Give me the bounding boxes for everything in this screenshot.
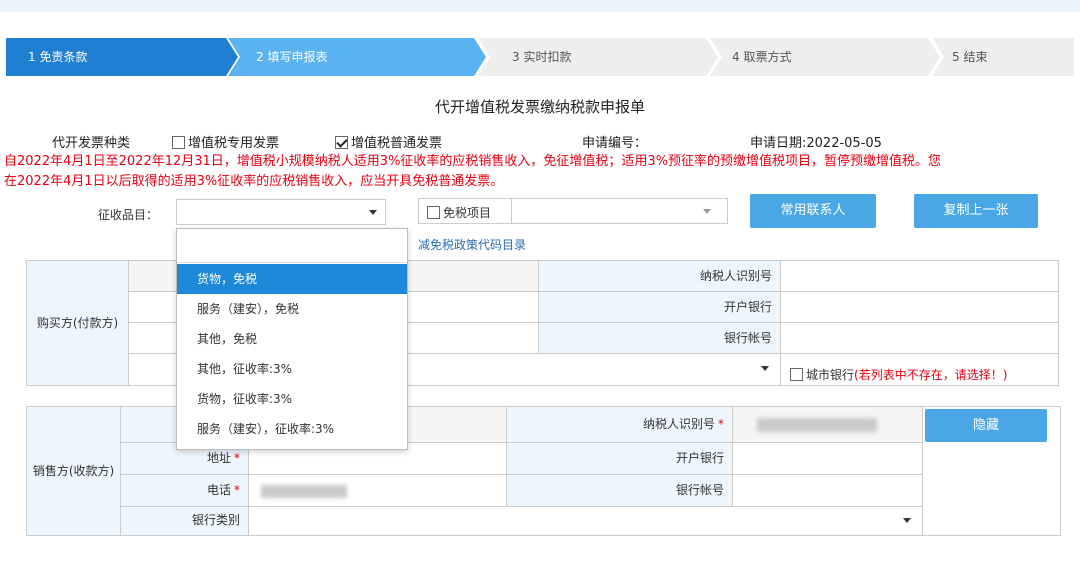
step-label: 1 免责条款 (28, 50, 88, 64)
notice-line: 在2022年4月1日以后取得的适用3%征收率的应税销售收入，应当开具免税普通发票… (4, 174, 504, 189)
exempt-item-option[interactable]: 免税项目 (427, 204, 491, 221)
invoice-type-label: 代开发票种类 (52, 136, 131, 151)
chevron-down-icon (369, 210, 377, 215)
step-label: 4 取票方式 (732, 50, 792, 64)
step-label: 2 填写申报表 (256, 50, 328, 64)
seller-bank-type-label: 银行类别 (121, 507, 249, 535)
levy-item-select[interactable] (176, 199, 386, 225)
levy-item-label: 征收品目： (98, 208, 159, 222)
city-bank-checkbox[interactable] (790, 368, 803, 381)
step-disclaimer: 1 免责条款 (6, 38, 238, 76)
top-banner-strip (0, 0, 1080, 12)
chevron-down-icon (703, 209, 711, 214)
general-invoice-checkbox[interactable] (335, 136, 348, 149)
seller-taxid-text: 纳税人识别号 (642, 417, 715, 431)
seller-phone-input[interactable] (249, 475, 507, 507)
dropdown-option[interactable]: 其他，征收率:3% (177, 354, 407, 384)
application-date: 申请日期:2022-05-05 (750, 136, 882, 151)
copy-previous-button[interactable]: 复制上一张 (914, 194, 1038, 228)
seller-bank-label: 开户银行 (507, 443, 733, 475)
chevron-down-icon (903, 518, 911, 523)
seller-address-text: 地址 (206, 451, 231, 465)
dropdown-option[interactable]: 货物，免税 (177, 264, 407, 294)
seller-side-label: 销售方(收款方) (27, 407, 121, 535)
tax-policy-notice: 自2022年4月1日至2022年12月31日，增值税小规模纳税人适用3%征收率的… (4, 152, 1076, 192)
special-invoice-option[interactable]: 增值税专用发票 (172, 132, 279, 151)
redacted-value (261, 485, 347, 498)
special-invoice-checkbox[interactable] (172, 136, 185, 149)
seller-taxid-label: 纳税人识别号 * (507, 407, 733, 443)
step-label: 5 结束 (952, 50, 988, 64)
levy-item-dropdown: 货物，免税 服务（建安），免税 其他，免税 其他，征收率:3% 货物，征收率:3… (176, 228, 408, 450)
step-fill-form: 2 填写申报表 (228, 38, 486, 76)
dropdown-option[interactable]: 服务（建安），免税 (177, 294, 407, 324)
city-bank-label: 城市银行 (806, 368, 855, 382)
buyer-account-input[interactable] (781, 323, 1058, 354)
dropdown-option[interactable]: 服务（建安），征收率:3% (177, 414, 407, 444)
common-contacts-button[interactable]: 常用联系人 (750, 194, 876, 228)
dropdown-option[interactable]: 货物，征收率:3% (177, 384, 407, 414)
seller-bank-type-select[interactable] (249, 507, 923, 535)
seller-account-input[interactable] (733, 475, 923, 507)
invoice-info-row: 代开发票种类 增值税专用发票 增值税普通发票 申请编号： 申请日期:2022-0… (0, 132, 1080, 151)
city-bank-hint: (若列表中不存在，请选择！) (854, 368, 1008, 382)
buyer-taxid-label: 纳税人识别号 (539, 261, 781, 292)
exempt-item-checkbox[interactable] (427, 206, 440, 219)
exempt-item-select[interactable]: 免税项目 (418, 198, 728, 224)
seller-phone-label: 电话 * (121, 475, 249, 507)
special-invoice-label: 增值税专用发票 (188, 136, 280, 151)
buyer-side-label: 购买方(付款方) (27, 261, 129, 385)
buyer-bank-input[interactable] (781, 292, 1058, 323)
step-ticket-method: 4 取票方式 (710, 38, 940, 76)
seller-account-label: 银行帐号 (507, 475, 733, 507)
seller-bank-input[interactable] (733, 443, 923, 475)
buyer-bank-label: 开户银行 (539, 292, 781, 323)
general-invoice-option[interactable]: 增值税普通发票 (335, 132, 442, 151)
hide-button[interactable]: 隐藏 (925, 409, 1047, 442)
item-selection-row: 征收品目： 免税项目 常用联系人 复制上一张 (0, 194, 1080, 228)
seller-taxid-input[interactable] (733, 407, 923, 443)
divider (511, 199, 512, 223)
required-mark: * (718, 417, 724, 431)
required-mark: * (234, 451, 240, 465)
application-number-label: 申请编号： (582, 136, 648, 151)
step-progress-bar: 1 免责条款 2 填写申报表 3 实时扣款 4 取票方式 5 结束 (6, 38, 1074, 76)
dropdown-option[interactable]: 其他，免税 (177, 324, 407, 354)
tax-exemption-policy-link[interactable]: 减免税政策代码目录 (418, 236, 526, 253)
step-realtime-debit: 3 实时扣款 (478, 38, 718, 76)
chevron-down-icon (761, 366, 769, 371)
required-mark: * (234, 483, 240, 497)
buyer-taxid-input[interactable] (781, 261, 1058, 292)
redacted-value (757, 418, 877, 432)
step-label: 3 实时扣款 (512, 50, 572, 64)
exempt-item-label: 免税项目 (443, 206, 492, 220)
seller-phone-text: 电话 (206, 483, 231, 497)
step-finish: 5 结束 (932, 38, 1074, 76)
general-invoice-label: 增值税普通发票 (351, 136, 443, 151)
city-bank-option[interactable]: 城市银行(若列表中不存在，请选择！) (790, 366, 1007, 383)
buyer-account-label: 银行帐号 (539, 323, 781, 354)
notice-line: 自2022年4月1日至2022年12月31日，增值税小规模纳税人适用3%征收率的… (4, 154, 942, 169)
form-title: 代开增值税发票缴纳税款申报单 (434, 98, 645, 116)
dropdown-search-input[interactable] (177, 229, 407, 263)
